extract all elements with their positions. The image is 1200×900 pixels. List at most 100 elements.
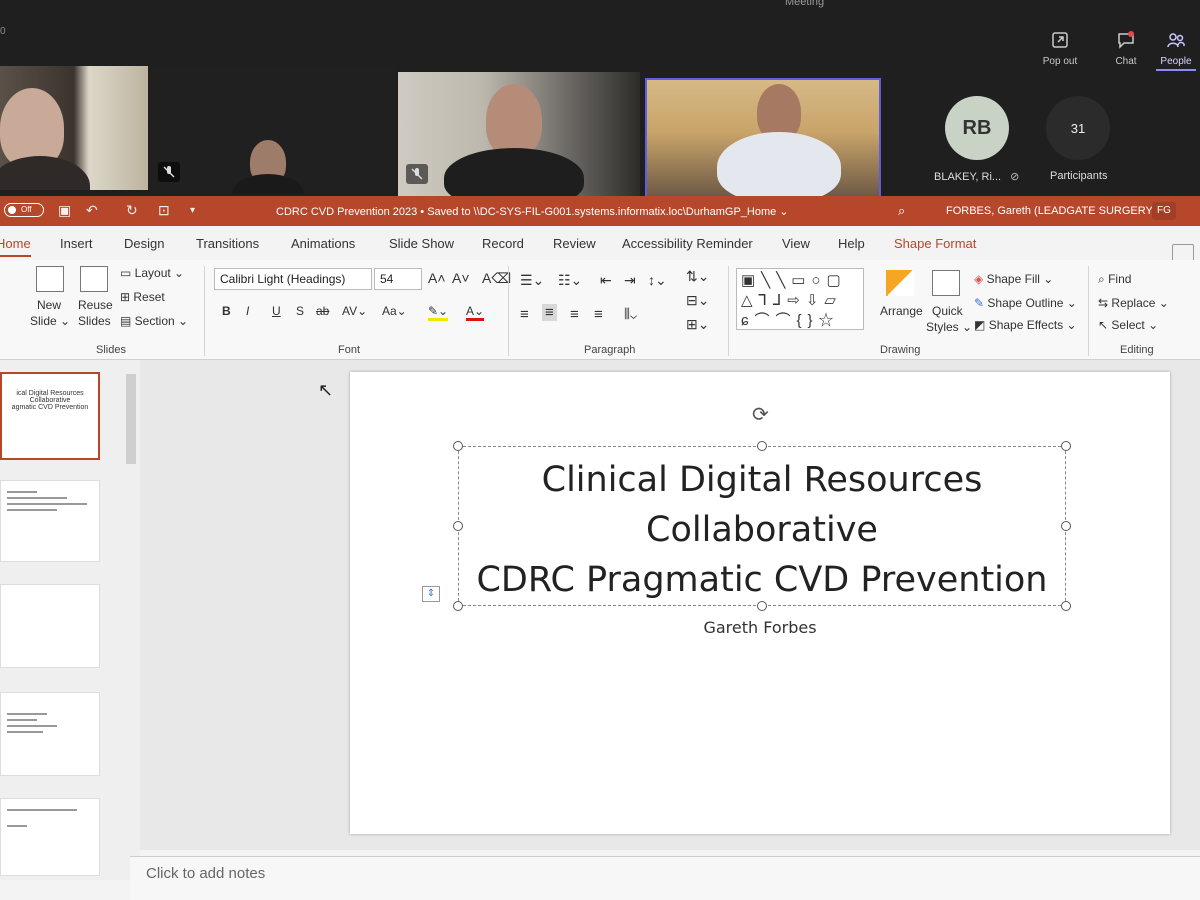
- smartart-icon[interactable]: ⊞⌄: [686, 316, 709, 333]
- numbering-icon[interactable]: ☷⌄: [558, 272, 582, 289]
- tab-accessibility[interactable]: Accessibility Reminder: [622, 236, 753, 251]
- video-tile-2[interactable]: [150, 66, 395, 194]
- present-icon[interactable]: ⊡: [158, 202, 170, 219]
- shape-fill-button[interactable]: ◈ Shape Fill ⌄: [974, 272, 1053, 286]
- tab-help[interactable]: Help: [838, 236, 865, 251]
- quick-styles-button[interactable]: Quick: [932, 304, 963, 318]
- replace-button[interactable]: ⇆ Replace ⌄: [1098, 296, 1169, 310]
- slide-title-box[interactable]: Clinical Digital Resources Collaborative…: [453, 441, 1071, 611]
- video-tile-active-speaker[interactable]: [645, 78, 881, 198]
- new-slide-icon[interactable]: [36, 266, 64, 292]
- bullets-icon[interactable]: ☰⌄: [520, 272, 544, 289]
- italic-icon[interactable]: I: [246, 304, 249, 318]
- notes-pane[interactable]: Click to add notes: [130, 856, 1200, 900]
- decrease-font-size-icon[interactable]: A˅: [452, 270, 470, 286]
- layout-button[interactable]: ▭ Layout ⌄: [120, 266, 184, 280]
- section-button[interactable]: ▤ Section ⌄: [120, 314, 188, 328]
- slide-thumbnail-2[interactable]: [0, 480, 100, 562]
- slide-thumbnail-5[interactable]: [0, 798, 100, 876]
- reset-button[interactable]: ⊞ Reset: [120, 290, 165, 304]
- highlight-icon[interactable]: ✎⌄: [428, 304, 449, 321]
- autofit-options-icon[interactable]: ⇕: [422, 586, 440, 602]
- rotate-handle-icon[interactable]: ⟳: [752, 402, 769, 427]
- tab-slide-show[interactable]: Slide Show: [389, 236, 454, 251]
- slide-thumbnail-3[interactable]: [0, 584, 100, 668]
- mic-off-icon: [158, 162, 180, 182]
- tab-insert[interactable]: Insert: [60, 236, 93, 251]
- bold-icon[interactable]: B: [222, 304, 231, 318]
- tab-record[interactable]: Record: [482, 236, 524, 251]
- shape-outline-button[interactable]: ✎ Shape Outline ⌄: [974, 296, 1077, 310]
- chat-label: Chat: [1115, 56, 1137, 67]
- arrange-button[interactable]: Arrange: [880, 304, 923, 318]
- slide-thumbnail-1[interactable]: ical Digital Resources Collaborative agm…: [0, 372, 100, 460]
- resize-handle[interactable]: [453, 441, 463, 451]
- mouse-cursor-icon: ↖: [318, 380, 334, 400]
- user-name[interactable]: FORBES, Gareth (LEADGATE SURGERY): [946, 205, 1156, 217]
- new-slide-button[interactable]: New: [37, 298, 61, 312]
- user-avatar[interactable]: FG: [1152, 202, 1176, 220]
- decrease-indent-icon[interactable]: ⇤: [600, 272, 612, 289]
- font-name-box[interactable]: Calibri Light (Headings): [214, 268, 372, 290]
- align-left-icon[interactable]: ≡: [520, 306, 529, 323]
- line-spacing-icon[interactable]: ↕⌄: [648, 272, 667, 289]
- select-button[interactable]: ↖ Select ⌄: [1098, 318, 1158, 332]
- increase-indent-icon[interactable]: ⇥: [624, 272, 636, 289]
- resize-handle[interactable]: [453, 521, 463, 531]
- slide-subtitle[interactable]: Gareth Forbes: [650, 618, 870, 637]
- tab-view[interactable]: View: [782, 236, 810, 251]
- shadow-icon[interactable]: S: [296, 304, 304, 318]
- quick-styles-icon[interactable]: [932, 270, 960, 296]
- find-button[interactable]: ⌕ Find: [1098, 272, 1131, 287]
- columns-icon[interactable]: ⫼⌄: [624, 306, 637, 322]
- resize-handle[interactable]: [757, 441, 767, 451]
- shapes-gallery[interactable]: ▣╲╲▭○▢ △⅂⅃⇨⇩▱ ɕ⌒⌒{}☆: [736, 268, 864, 330]
- undo-icon[interactable]: ↶: [86, 202, 98, 219]
- chat-button[interactable]: Chat: [1098, 30, 1154, 67]
- slide[interactable]: ⟳ Clinical Digital Resources Collaborati…: [350, 372, 1170, 834]
- reuse-slides-icon[interactable]: [80, 266, 108, 292]
- tab-transitions[interactable]: Transitions: [196, 236, 259, 251]
- resize-handle[interactable]: [1061, 521, 1071, 531]
- avatar[interactable]: RB: [945, 96, 1009, 160]
- video-tile-3[interactable]: [398, 72, 640, 196]
- redo-icon[interactable]: ↻: [126, 202, 138, 219]
- align-text-icon[interactable]: ⊟⌄: [686, 292, 709, 309]
- justify-icon[interactable]: ≡: [594, 306, 603, 323]
- search-icon[interactable]: ⌕: [898, 203, 905, 219]
- font-size-box[interactable]: 54: [374, 268, 422, 290]
- change-case-icon[interactable]: Aa⌄: [382, 304, 407, 318]
- autosave-toggle[interactable]: Off: [4, 203, 44, 217]
- clear-formatting-icon[interactable]: A⌫: [482, 270, 511, 287]
- align-right-icon[interactable]: ≡: [570, 306, 579, 323]
- thumbnail-scrollbar[interactable]: [126, 374, 136, 464]
- video-tile-1[interactable]: [0, 66, 148, 190]
- tab-home[interactable]: Home: [0, 236, 31, 257]
- shape-effects-button[interactable]: ◩ Shape Effects ⌄: [974, 318, 1077, 332]
- resize-handle[interactable]: [453, 601, 463, 611]
- popout-button[interactable]: Pop out: [1032, 30, 1088, 67]
- people-button[interactable]: People: [1148, 30, 1200, 71]
- text-direction-icon[interactable]: ⇅⌄: [686, 268, 709, 285]
- arrange-icon[interactable]: [886, 270, 914, 296]
- resize-handle[interactable]: [1061, 601, 1071, 611]
- increase-font-size-icon[interactable]: A˄: [428, 270, 446, 286]
- tab-animations[interactable]: Animations: [291, 236, 355, 251]
- resize-handle[interactable]: [1061, 441, 1071, 451]
- document-title[interactable]: CDRC CVD Prevention 2023 • Saved to \\DC…: [276, 205, 789, 218]
- resize-handle[interactable]: [757, 601, 767, 611]
- character-spacing-icon[interactable]: AV⌄: [342, 304, 367, 318]
- participants-count[interactable]: 31: [1046, 96, 1110, 160]
- save-icon[interactable]: ▣: [58, 202, 71, 219]
- tab-review[interactable]: Review: [553, 236, 596, 251]
- tab-design[interactable]: Design: [124, 236, 164, 251]
- reuse-slides-button[interactable]: Reuse: [78, 298, 113, 312]
- customize-qat-icon[interactable]: ▾: [190, 205, 195, 216]
- font-color-icon[interactable]: A⌄: [466, 304, 485, 321]
- underline-icon[interactable]: U: [272, 304, 281, 318]
- align-center-icon[interactable]: ≡: [542, 304, 557, 321]
- tab-shape-format[interactable]: Shape Format: [894, 236, 976, 251]
- new-slide-dropdown[interactable]: Slide ⌄: [30, 314, 70, 328]
- strikethrough-icon[interactable]: ab: [316, 304, 329, 318]
- slide-thumbnail-4[interactable]: [0, 692, 100, 776]
